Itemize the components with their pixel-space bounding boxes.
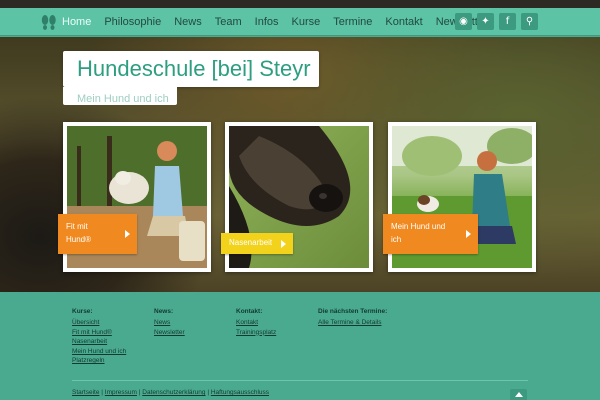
site-subtitle-box: Mein Hund und ich <box>63 87 177 105</box>
page-footer: Kurse: Übersicht Fit mit Hund® Nasenarbe… <box>0 292 600 400</box>
separator: | <box>101 389 103 396</box>
badge-label-line1: Mein Hund und <box>391 222 446 231</box>
footer-heading: Kurse: <box>72 308 93 315</box>
chevron-right-icon <box>125 230 130 238</box>
paw-logo-icon[interactable] <box>40 13 58 31</box>
footer-link-impressum[interactable]: Impressum <box>105 389 137 396</box>
nav-item-philosophie[interactable]: Philosophie <box>104 16 161 28</box>
footer-divider <box>72 380 528 381</box>
nav-item-news[interactable]: News <box>174 16 202 28</box>
badge-label-line2: ich <box>391 235 402 244</box>
nav-item-kontakt[interactable]: Kontakt <box>385 16 422 28</box>
footer-link-haftungsausschluss[interactable]: Haftungsausschluss <box>211 389 269 396</box>
chevron-right-icon <box>281 239 286 248</box>
footer-link[interactable]: Mein Hund und ich <box>72 347 126 357</box>
footer-link[interactable]: Trainingsplatz <box>236 328 276 338</box>
separator: | <box>138 389 141 396</box>
nav-item-kurse[interactable]: Kurse <box>292 16 321 28</box>
main-navigation: Home Philosophie News Team Infos Kurse T… <box>0 8 600 36</box>
footer-col-news: News: News Newsletter <box>154 308 185 337</box>
footer-link[interactable]: Newsletter <box>154 328 185 338</box>
scroll-to-top-button[interactable] <box>510 389 527 400</box>
footer-link[interactable]: Kontakt <box>236 318 276 328</box>
nav-item-team[interactable]: Team <box>215 16 242 28</box>
site-title[interactable]: Hundeschule [bei] Steyr <box>77 51 311 87</box>
footer-link[interactable]: Übersicht <box>72 318 126 328</box>
top-strip <box>0 0 600 8</box>
nav-menu: Home Philosophie News Team Infos Kurse T… <box>62 8 501 36</box>
footer-link-startseite[interactable]: Startseite <box>72 389 99 396</box>
footer-link[interactable]: Platzregeln <box>72 356 126 366</box>
footer-col-kontakt: Kontakt: Kontakt Trainingsplatz <box>236 308 276 337</box>
badge-label: Nasenarbeit <box>229 238 273 247</box>
badge-fit-mit-hund[interactable]: Fit mit Hund® <box>58 214 137 254</box>
footer-heading: News: <box>154 308 174 315</box>
footer-link-datenschutz[interactable]: Datenschutzerklärung <box>142 389 205 396</box>
badge-mein-hund-und-ich[interactable]: Mein Hund und ich <box>383 214 478 254</box>
nav-item-termine[interactable]: Termine <box>333 16 372 28</box>
facebook-icon[interactable]: f <box>499 13 516 30</box>
footer-link[interactable]: Nasenarbeit <box>72 337 126 347</box>
footer-link[interactable]: Alle Termine & Details <box>318 318 387 328</box>
badge-label-line1: Fit mit <box>66 222 88 231</box>
footer-heading: Kontakt: <box>236 308 263 315</box>
twitter-icon[interactable]: ✦ <box>477 13 494 30</box>
site-subtitle: Mein Hund und ich <box>77 93 169 105</box>
footer-link[interactable]: Fit mit Hund® <box>72 328 126 338</box>
social-links: ◉ ✦ f ⚲ <box>450 13 538 30</box>
separator: | <box>207 389 210 396</box>
hero-banner: Hundeschule [bei] Steyr Mein Hund und ic… <box>0 37 600 292</box>
nav-item-infos[interactable]: Infos <box>255 16 279 28</box>
footer-heading: Die nächsten Termine: <box>318 308 388 315</box>
nav-item-home[interactable]: Home <box>62 16 91 28</box>
search-icon[interactable]: ⚲ <box>521 13 538 30</box>
footer-col-termine: Die nächsten Termine: Alle Termine & Det… <box>318 308 387 328</box>
footer-link[interactable]: News <box>154 318 185 328</box>
chevron-right-icon <box>466 230 471 238</box>
site-title-box: Hundeschule [bei] Steyr <box>63 51 319 87</box>
rss-icon[interactable]: ◉ <box>455 13 472 30</box>
badge-nasenarbeit[interactable]: Nasenarbeit <box>221 233 293 254</box>
footer-col-kurse: Kurse: Übersicht Fit mit Hund® Nasenarbe… <box>72 308 126 366</box>
badge-label-line2: Hund® <box>66 235 92 244</box>
arrow-up-icon <box>515 392 523 397</box>
footer-bottom-links: Startseite | Impressum | Datenschutzerkl… <box>72 389 269 396</box>
